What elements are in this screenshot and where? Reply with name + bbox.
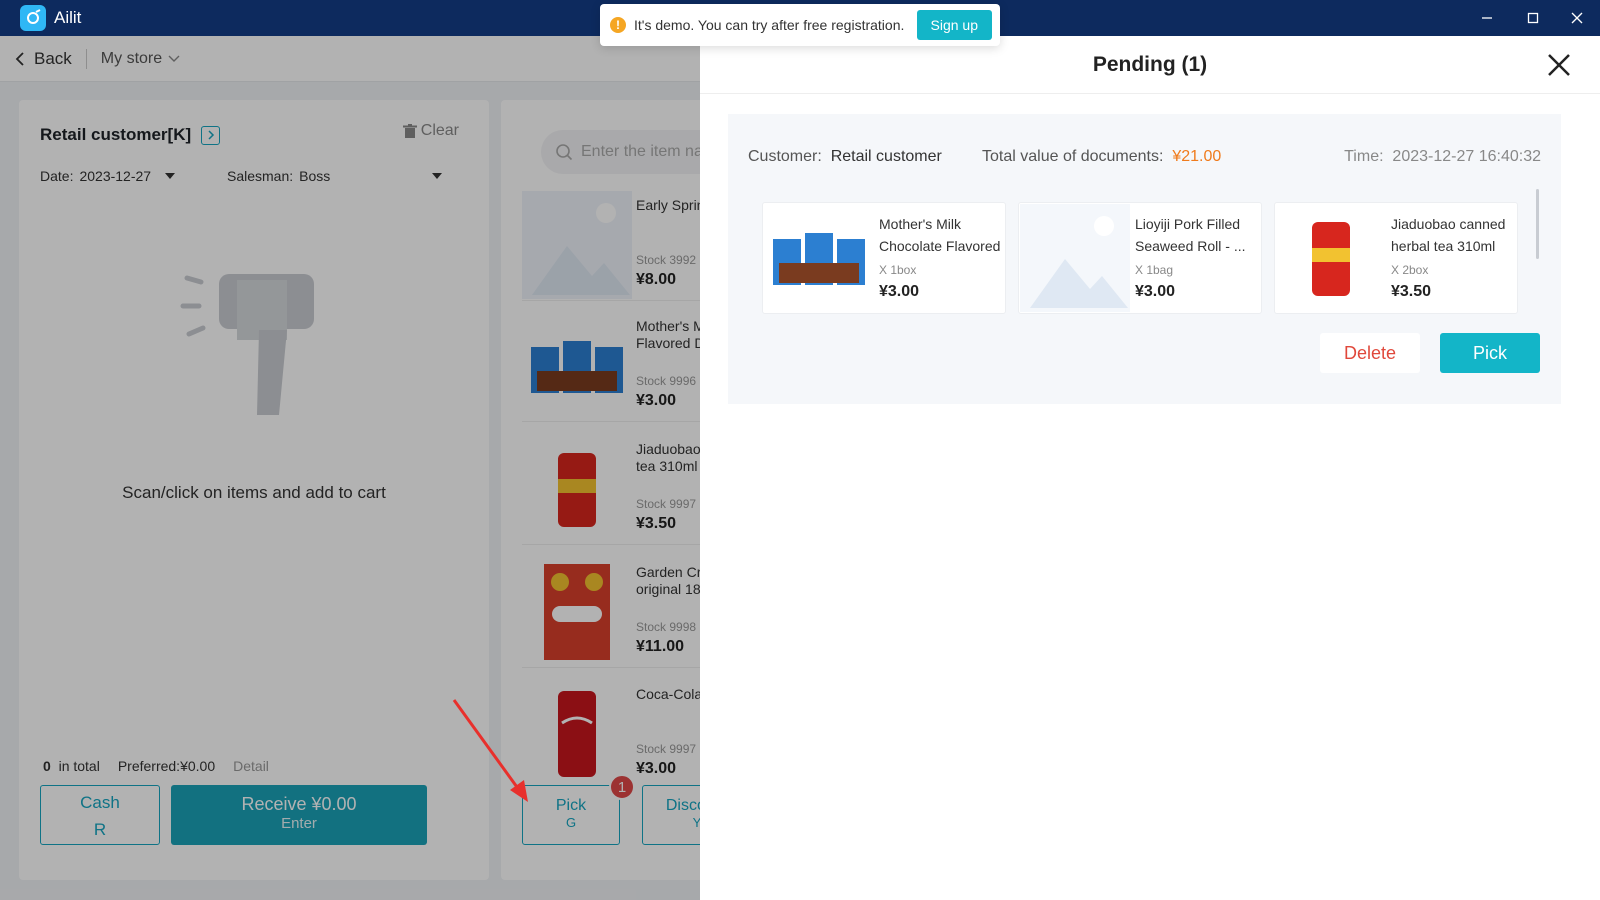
pending-item: Lioyiji Pork Filled Seaweed Roll - ... X… (1018, 202, 1262, 314)
milk-drink-image-icon (764, 204, 874, 312)
annotation-arrow-icon (452, 699, 528, 802)
doc-time-value: 2023-12-27 16:40:32 (1392, 148, 1541, 165)
delete-button[interactable]: Delete (1320, 333, 1420, 373)
doc-time: Time: 2023-12-27 16:40:32 (1344, 148, 1541, 166)
pending-item: Jiaduobao canned herbal tea 310ml X 2box… (1274, 202, 1518, 314)
app-logo-icon (20, 5, 46, 31)
pending-item-name: Lioyiji Pork Filled Seaweed Roll - ... (1135, 216, 1246, 254)
doc-customer: Customer: Retail customer (748, 148, 942, 166)
pending-item-price: ¥3.00 (879, 283, 920, 300)
app-name: Ailit (54, 8, 82, 27)
warning-icon: ! (610, 17, 626, 33)
doc-customer-value: Retail customer (830, 148, 942, 165)
pending-item-qty: X 1bag (1135, 263, 1174, 277)
doc-total-value: ¥21.00 (1172, 148, 1222, 165)
doc-time-label: Time: (1344, 148, 1384, 165)
scrollbar[interactable] (1536, 189, 1539, 259)
demo-toast: ! It's demo. You can try after free regi… (600, 4, 1000, 46)
maximize-button[interactable] (1510, 0, 1556, 36)
pending-item-qty: X 2box (1391, 263, 1429, 277)
pending-item-qty: X 1box (879, 263, 917, 277)
pending-drawer: Pending (1) Customer: Retail customer To… (700, 36, 1600, 900)
pending-item-price: ¥3.50 (1391, 283, 1432, 300)
drawer-title: Pending (1) (1092, 52, 1208, 76)
minimize-button[interactable] (1464, 0, 1510, 36)
pending-item-price: ¥3.00 (1135, 283, 1176, 300)
doc-customer-label: Customer: (748, 148, 822, 165)
close-icon[interactable] (1544, 50, 1574, 80)
modal-overlay[interactable] (0, 36, 700, 900)
doc-total: Total value of documents: ¥21.00 (982, 148, 1221, 166)
pending-item-name: Mother's Milk Chocolate Flavored ... (879, 216, 1001, 254)
close-window-button[interactable] (1554, 0, 1600, 36)
signup-button[interactable]: Sign up (916, 10, 992, 40)
pending-document-card: Customer: Retail customer Total value of… (728, 114, 1561, 404)
pending-item: Mother's Milk Chocolate Flavored ... X 1… (762, 202, 1006, 314)
doc-total-label: Total value of documents: (982, 148, 1164, 165)
herbal-tea-can-image-icon (1276, 204, 1386, 312)
pending-item-name: Jiaduobao canned herbal tea 310ml (1391, 216, 1506, 254)
pick-pending-button[interactable]: Pick (1440, 333, 1540, 373)
toast-message: It's demo. You can try after free regist… (634, 17, 905, 33)
placeholder-image-icon (1020, 204, 1130, 312)
